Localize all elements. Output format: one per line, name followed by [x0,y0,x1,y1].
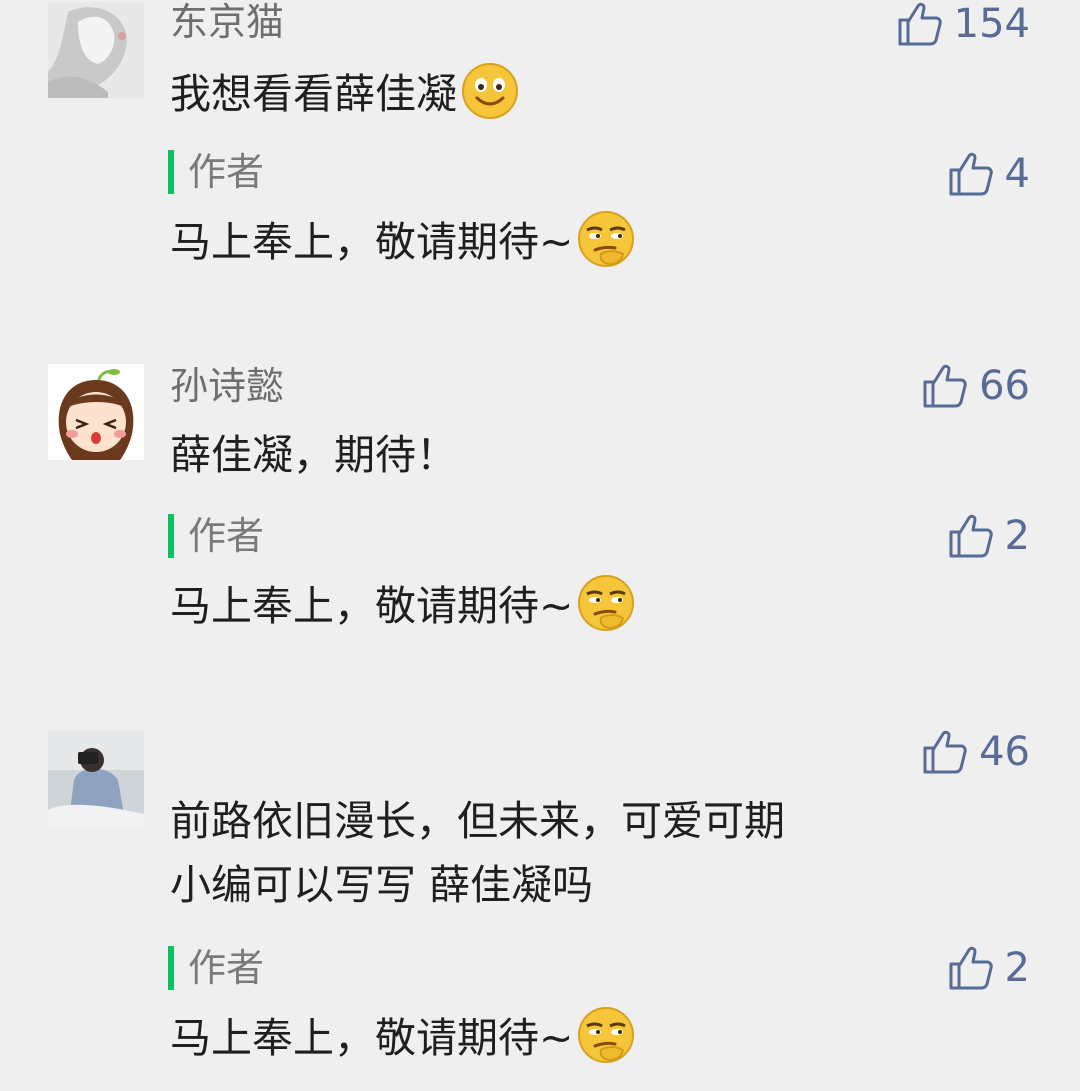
avatar[interactable] [48,2,144,98]
author-reply-marker [168,514,174,558]
reply-body: 马上奉上，敬请期待~ [170,1014,574,1062]
comment-text: 我想看看薛佳凝 [170,60,521,125]
author-label: 作者 [188,150,265,194]
like-count: 4 [1004,151,1030,197]
like-count: 154 [953,1,1030,47]
author-label: 作者 [188,946,265,990]
comment-body: 我想看看薛佳凝 [170,70,457,118]
like-button[interactable]: 66 [921,362,1030,410]
comment-username: 孙诗懿 [170,364,285,408]
comment-username: 东京猫 [170,0,285,44]
author-reply-marker [168,946,174,990]
thumbs-up-icon [949,514,993,558]
like-count: 2 [1004,945,1030,991]
reply-body: 马上奉上，敬请期待~ [170,218,574,266]
reply-like-button[interactable]: 2 [947,944,1030,992]
smile-emoji [459,60,521,122]
avatar[interactable] [48,364,144,460]
thumbs-up-icon [949,946,993,990]
like-count: 46 [979,729,1030,775]
author-reply-marker [168,150,174,194]
like-button[interactable]: 46 [921,728,1030,776]
thumbs-up-icon [898,2,942,46]
thumbs-up-icon [923,730,967,774]
comment-text-line: 小编可以写写 薛佳凝吗 [170,861,594,909]
reply-text: 马上奉上，敬请期待~ [170,208,637,273]
smirk-emoji [575,208,637,270]
thumbs-up-icon [949,152,993,196]
smirk-emoji [575,1004,637,1066]
like-button[interactable]: 154 [896,0,1030,48]
comment-text: 薛佳凝，期待！ [170,431,457,479]
reply-like-button[interactable]: 2 [947,512,1030,560]
reply-text: 马上奉上，敬请期待~ [170,1004,637,1069]
comment-text-line: 前路依旧漫长，但未来，可爱可期 [170,797,785,845]
reply-text: 马上奉上，敬请期待~ [170,572,637,637]
like-count: 2 [1004,513,1030,559]
reply-body: 马上奉上，敬请期待~ [170,582,574,630]
avatar[interactable] [48,730,144,826]
smirk-emoji [575,572,637,634]
thumbs-up-icon [923,364,967,408]
like-count: 66 [979,363,1030,409]
reply-like-button[interactable]: 4 [947,150,1030,198]
author-label: 作者 [188,514,265,558]
